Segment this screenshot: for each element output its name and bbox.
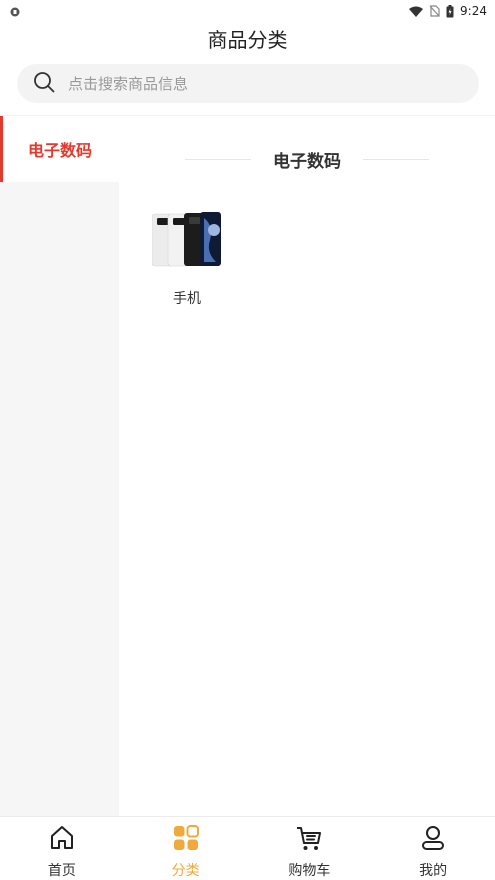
sidebar-item-electronics[interactable]: 电子数码 xyxy=(0,116,119,182)
section-divider-left xyxy=(185,158,251,160)
section-divider-right xyxy=(363,158,429,160)
tab-label: 购物车 xyxy=(288,863,331,879)
active-indicator xyxy=(0,116,3,182)
category-content: 电子数码 手机 xyxy=(119,116,495,816)
category-icon xyxy=(172,824,200,856)
wifi-icon xyxy=(409,6,424,17)
tab-label: 我的 xyxy=(419,863,448,879)
section-title: 电子数码 xyxy=(273,151,341,172)
tab-cart[interactable]: 购物车 xyxy=(248,817,372,880)
search-bar[interactable]: 点击搜索商品信息 xyxy=(17,64,479,103)
tab-profile[interactable]: 我的 xyxy=(371,817,495,880)
status-time: 9:24 xyxy=(460,4,487,18)
category-sidebar: 电子数码 xyxy=(0,116,119,816)
phone-product-image xyxy=(152,212,222,268)
no-sim-icon xyxy=(429,5,440,17)
section-header: 电子数码 xyxy=(119,146,495,172)
search-placeholder: 点击搜索商品信息 xyxy=(68,75,189,93)
battery-icon xyxy=(446,4,454,18)
bottom-tab-bar: 首页 分类 购物车 我的 xyxy=(0,816,495,880)
home-icon xyxy=(48,824,76,856)
search-icon xyxy=(33,71,55,97)
tab-label: 首页 xyxy=(47,863,76,879)
product-item-phone[interactable]: 手机 xyxy=(147,212,227,308)
product-name: 手机 xyxy=(173,291,201,307)
status-bar: 9:24 xyxy=(0,0,495,22)
tab-home[interactable]: 首页 xyxy=(0,817,124,880)
page-title: 商品分类 xyxy=(207,28,288,52)
user-icon xyxy=(419,824,447,856)
notification-icon xyxy=(10,2,20,21)
cart-icon xyxy=(295,824,323,856)
sidebar-item-label: 电子数码 xyxy=(28,141,93,160)
tab-category[interactable]: 分类 xyxy=(124,817,248,880)
tab-label: 分类 xyxy=(171,863,200,879)
